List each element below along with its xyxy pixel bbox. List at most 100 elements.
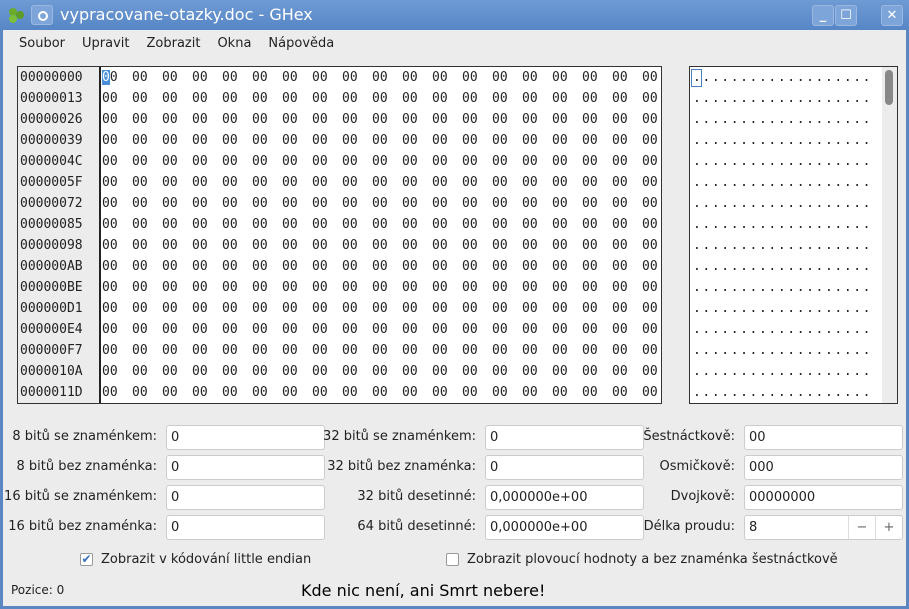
hex-byte[interactable]: 00 bbox=[102, 299, 132, 319]
hex-byte[interactable]: 00 bbox=[612, 68, 642, 88]
hex-row[interactable]: 00 00 00 00 00 00 00 00 00 00 00 00 00 00 00 00 00 00 00 bbox=[102, 278, 672, 298]
hex-byte[interactable]: 00 bbox=[492, 236, 522, 256]
hex-byte[interactable]: 00 bbox=[552, 173, 582, 193]
hex-byte[interactable]: 00 bbox=[432, 320, 462, 340]
hex-byte[interactable]: 00 bbox=[432, 341, 462, 361]
hex-byte[interactable]: 00 bbox=[372, 362, 402, 382]
menu-okna[interactable]: Okna bbox=[214, 35, 259, 53]
hex-byte[interactable]: 00 bbox=[432, 362, 462, 382]
field-input[interactable]: 0,000000e+00 bbox=[485, 485, 644, 510]
hex-byte[interactable]: 00 bbox=[552, 110, 582, 130]
hex-byte[interactable]: 00 bbox=[102, 152, 132, 172]
hex-byte[interactable]: 00 bbox=[282, 173, 312, 193]
hex-byte[interactable]: 00 bbox=[612, 362, 642, 382]
hex-byte[interactable]: 00 bbox=[252, 152, 282, 172]
hex-byte[interactable]: 00 bbox=[402, 278, 432, 298]
hex-byte[interactable]: 00 bbox=[582, 131, 612, 151]
hex-byte[interactable]: 00 bbox=[432, 383, 462, 403]
field-input[interactable]: 00000000 bbox=[744, 485, 903, 510]
hex-byte[interactable]: 00 bbox=[312, 89, 342, 109]
hex-byte[interactable]: 00 bbox=[192, 257, 222, 277]
hex-byte[interactable]: 00 bbox=[342, 194, 372, 214]
hex-byte[interactable]: 00 bbox=[642, 110, 672, 130]
hex-byte[interactable]: 00 bbox=[642, 257, 672, 277]
hex-row[interactable]: 00 00 00 00 00 00 00 00 00 00 00 00 00 00 00 00 00 00 00 bbox=[102, 320, 672, 340]
hex-byte[interactable]: 00 bbox=[402, 362, 432, 382]
field-input[interactable]: 00 bbox=[744, 425, 903, 450]
hex-byte[interactable]: 00 bbox=[552, 299, 582, 319]
hex-byte[interactable]: 00 bbox=[642, 131, 672, 151]
hex-byte[interactable]: 00 bbox=[312, 278, 342, 298]
hex-byte[interactable]: 00 bbox=[312, 173, 342, 193]
hex-byte[interactable]: 00 bbox=[102, 236, 132, 256]
hex-byte[interactable]: 00 bbox=[162, 299, 192, 319]
hex-byte[interactable]: 00 bbox=[372, 215, 402, 235]
hex-byte[interactable]: 00 bbox=[282, 257, 312, 277]
hex-byte[interactable]: 00 bbox=[522, 173, 552, 193]
hex-byte[interactable]: 00 bbox=[642, 194, 672, 214]
hex-byte[interactable]: 00 bbox=[192, 110, 222, 130]
hex-byte[interactable]: 00 bbox=[222, 236, 252, 256]
hex-byte[interactable]: 00 bbox=[162, 68, 192, 88]
hex-byte[interactable]: 00 bbox=[552, 89, 582, 109]
hex-byte[interactable]: 00 bbox=[222, 278, 252, 298]
hex-byte[interactable]: 00 bbox=[192, 362, 222, 382]
hex-byte[interactable]: 00 bbox=[522, 257, 552, 277]
hex-byte[interactable]: 00 bbox=[252, 131, 282, 151]
hex-byte[interactable]: 00 bbox=[552, 68, 582, 88]
hex-byte[interactable]: 00 bbox=[462, 362, 492, 382]
hex-byte[interactable]: 00 bbox=[132, 236, 162, 256]
hex-byte[interactable]: 00 bbox=[582, 362, 612, 382]
menu-zobrazit[interactable]: Zobrazit bbox=[143, 35, 208, 53]
hex-byte[interactable]: 00 bbox=[642, 152, 672, 172]
hex-byte[interactable]: 00 bbox=[282, 236, 312, 256]
hex-byte[interactable]: 00 bbox=[342, 383, 372, 403]
hex-byte[interactable]: 00 bbox=[462, 236, 492, 256]
ascii-row[interactable]: ................... bbox=[693, 320, 872, 340]
hex-byte[interactable]: 00 bbox=[642, 236, 672, 256]
hex-byte[interactable]: 00 bbox=[132, 278, 162, 298]
hex-byte[interactable]: 00 bbox=[462, 299, 492, 319]
hex-byte[interactable]: 00 bbox=[342, 257, 372, 277]
hex-byte[interactable]: 00 bbox=[102, 215, 132, 235]
hex-byte[interactable]: 00 bbox=[372, 257, 402, 277]
hex-byte[interactable]: 00 bbox=[132, 68, 162, 88]
hex-byte[interactable]: 00 bbox=[492, 320, 522, 340]
hex-byte[interactable]: 00 bbox=[552, 341, 582, 361]
hex-byte[interactable]: 00 bbox=[372, 383, 402, 403]
hex-row[interactable]: 00 00 00 00 00 00 00 00 00 00 00 00 00 00 00 00 00 00 00 bbox=[102, 215, 672, 235]
hex-byte[interactable]: 00 bbox=[612, 173, 642, 193]
stream-length-spinner[interactable]: 8 − + bbox=[744, 515, 903, 540]
hex-byte[interactable]: 00 bbox=[342, 341, 372, 361]
hex-byte[interactable]: 00 bbox=[582, 383, 612, 403]
hex-byte[interactable]: 00 bbox=[222, 341, 252, 361]
hex-byte[interactable]: 00 bbox=[492, 257, 522, 277]
hex-byte[interactable]: 00 bbox=[522, 362, 552, 382]
field-input[interactable]: 0 bbox=[166, 455, 325, 480]
hex-byte[interactable]: 00 bbox=[282, 299, 312, 319]
hex-byte[interactable]: 00 bbox=[522, 341, 552, 361]
scrollbar[interactable] bbox=[882, 67, 897, 403]
ascii-row[interactable]: ................... bbox=[693, 68, 872, 88]
hex-byte[interactable]: 00 bbox=[462, 383, 492, 403]
hex-byte[interactable]: 00 bbox=[372, 236, 402, 256]
hex-byte[interactable]: 00 bbox=[252, 68, 282, 88]
hex-byte[interactable]: 00 bbox=[492, 215, 522, 235]
hex-byte[interactable]: 00 bbox=[252, 236, 282, 256]
hex-byte[interactable]: 00 bbox=[582, 341, 612, 361]
hex-byte[interactable]: 00 bbox=[162, 131, 192, 151]
hex-byte[interactable]: 00 bbox=[342, 110, 372, 130]
menu-upravit[interactable]: Upravit bbox=[79, 35, 137, 53]
hex-byte[interactable]: 00 bbox=[132, 362, 162, 382]
field-input[interactable]: 0 bbox=[166, 425, 325, 450]
hex-byte[interactable]: 00 bbox=[192, 173, 222, 193]
hex-byte[interactable]: 00 bbox=[342, 131, 372, 151]
hex-byte[interactable]: 00 bbox=[492, 299, 522, 319]
minimize-button[interactable]: _ bbox=[812, 5, 834, 26]
float-hex-checkbox[interactable] bbox=[446, 553, 459, 566]
menu-soubor[interactable]: Soubor bbox=[16, 35, 73, 53]
hex-byte[interactable]: 00 bbox=[102, 257, 132, 277]
hex-byte[interactable]: 00 bbox=[402, 194, 432, 214]
hex-byte[interactable]: 00 bbox=[222, 215, 252, 235]
hex-byte[interactable]: 00 bbox=[132, 131, 162, 151]
